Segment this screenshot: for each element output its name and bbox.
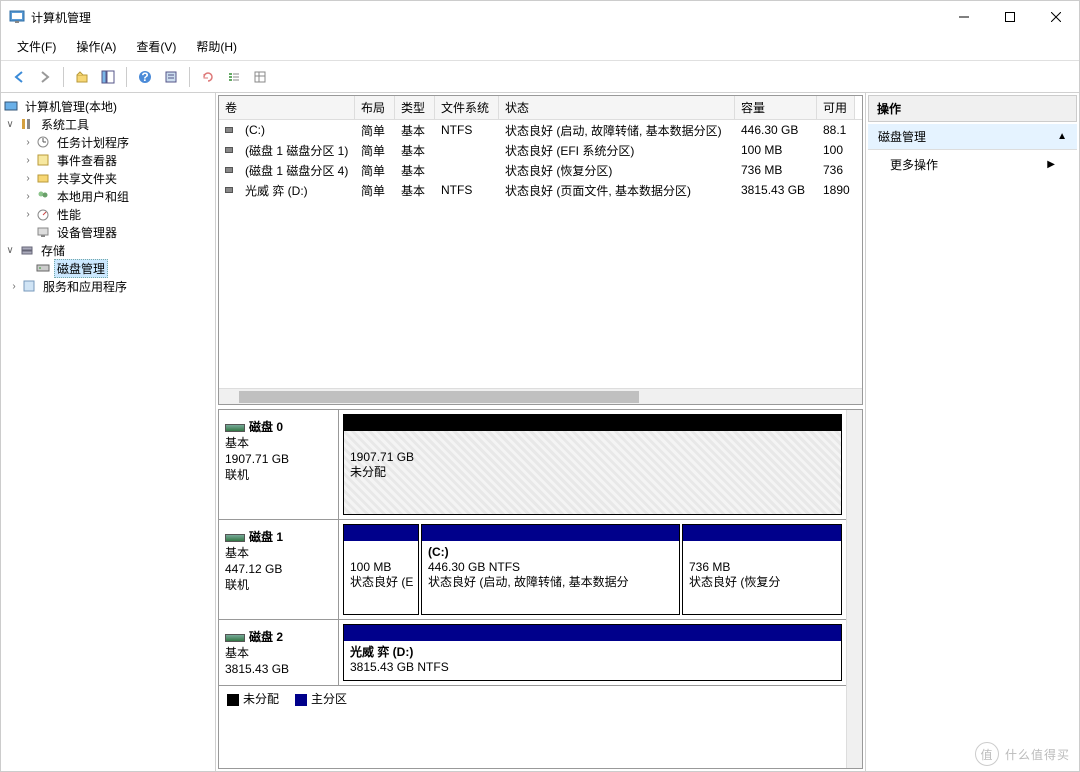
disk-row[interactable]: 磁盘 0 基本 1907.71 GB 联机 1907.71 GB未分配	[219, 410, 846, 520]
partition-unallocated[interactable]: 1907.71 GB未分配	[343, 414, 842, 515]
disk-row[interactable]: 磁盘 2 基本 3815.43 GB 光威 弈 (D:)3815.43 GB N…	[219, 620, 846, 685]
partition-primary[interactable]: 光威 弈 (D:)3815.43 GB NTFS	[343, 624, 842, 681]
legend-swatch-unalloc	[227, 694, 239, 706]
maximize-button[interactable]	[987, 1, 1033, 33]
close-button[interactable]	[1033, 1, 1079, 33]
disk-label: 磁盘 2 基本 3815.43 GB	[219, 620, 339, 685]
tree-systools[interactable]: ∨系统工具	[3, 115, 213, 133]
menu-file[interactable]: 文件(F)	[7, 34, 66, 59]
actions-header: 操作	[868, 95, 1077, 122]
partition-primary[interactable]: 736 MB状态良好 (恢复分	[682, 524, 842, 615]
toolbar: ?	[1, 61, 1079, 93]
minimize-button[interactable]	[941, 1, 987, 33]
v-scrollbar[interactable]	[846, 410, 862, 768]
center-pane: 卷 布局 类型 文件系统 状态 容量 可用 (C:) 简单 基本 NTFS 状态…	[216, 93, 866, 771]
col-free[interactable]: 可用	[817, 96, 855, 119]
menu-help[interactable]: 帮助(H)	[186, 34, 247, 59]
col-fs[interactable]: 文件系统	[435, 96, 499, 119]
collapse-icon: ▲	[1057, 131, 1067, 142]
tree-diskmgmt[interactable]: 磁盘管理	[3, 259, 213, 277]
tree-scheduler[interactable]: ›任务计划程序	[3, 133, 213, 151]
h-scrollbar[interactable]	[219, 388, 862, 404]
legend: 未分配 主分区	[219, 685, 846, 711]
partition-primary[interactable]: 100 MB状态良好 (E	[343, 524, 419, 615]
actions-pane: 操作 磁盘管理 ▲ 更多操作 ▶	[866, 93, 1079, 771]
partition-primary[interactable]: (C:)446.30 GB NTFS状态良好 (启动, 故障转储, 基本数据分	[421, 524, 680, 615]
disk-row[interactable]: 磁盘 1 基本 447.12 GB 联机 100 MB状态良好 (E (C:)4…	[219, 520, 846, 620]
tree-shared[interactable]: ›共享文件夹	[3, 169, 213, 187]
back-button[interactable]	[7, 65, 31, 89]
app-icon	[9, 9, 25, 25]
refresh-button[interactable]	[196, 65, 220, 89]
volume-row[interactable]: (C:) 简单 基本 NTFS 状态良好 (启动, 故障转储, 基本数据分区) …	[219, 120, 862, 140]
col-layout[interactable]: 布局	[355, 96, 395, 119]
volume-row[interactable]: (磁盘 1 磁盘分区 1) 简单 基本 状态良好 (EFI 系统分区) 100 …	[219, 140, 862, 160]
volume-icon	[225, 167, 233, 173]
tree-services[interactable]: ›服务和应用程序	[3, 277, 213, 295]
svg-text:?: ?	[141, 70, 148, 84]
menu-action[interactable]: 操作(A)	[66, 34, 126, 59]
tree-devmgr[interactable]: 设备管理器	[3, 223, 213, 241]
legend-swatch-primary	[295, 694, 307, 706]
window-title: 计算机管理	[31, 9, 941, 26]
col-status[interactable]: 状态	[499, 96, 735, 119]
tree-users[interactable]: ›本地用户和组	[3, 187, 213, 205]
volume-row[interactable]: 光威 弈 (D:) 简单 基本 NTFS 状态良好 (页面文件, 基本数据分区)…	[219, 180, 862, 200]
actions-more[interactable]: 更多操作 ▶	[866, 150, 1079, 179]
col-type[interactable]: 类型	[395, 96, 435, 119]
disk-icon	[225, 634, 245, 642]
forward-button[interactable]	[33, 65, 57, 89]
volume-header[interactable]: 卷 布局 类型 文件系统 状态 容量 可用	[219, 96, 862, 120]
properties-button[interactable]	[159, 65, 183, 89]
col-volume[interactable]: 卷	[219, 96, 355, 119]
disk-label: 磁盘 1 基本 447.12 GB 联机	[219, 520, 339, 619]
tree-root[interactable]: 计算机管理(本地)	[3, 97, 213, 115]
volume-row[interactable]: (磁盘 1 磁盘分区 4) 简单 基本 状态良好 (恢复分区) 736 MB 7…	[219, 160, 862, 180]
detail-button[interactable]	[248, 65, 272, 89]
tree-eventviewer[interactable]: ›事件查看器	[3, 151, 213, 169]
tree-perf[interactable]: ›性能	[3, 205, 213, 223]
disk-label: 磁盘 0 基本 1907.71 GB 联机	[219, 410, 339, 519]
list-button[interactable]	[222, 65, 246, 89]
show-hide-tree-button[interactable]	[96, 65, 120, 89]
volume-icon	[225, 187, 233, 193]
help-button[interactable]: ?	[133, 65, 157, 89]
disk-icon	[225, 534, 245, 542]
disk-icon	[225, 424, 245, 432]
disk-map: 磁盘 0 基本 1907.71 GB 联机 1907.71 GB未分配	[218, 409, 863, 769]
tree-storage[interactable]: ∨存储	[3, 241, 213, 259]
menubar: 文件(F) 操作(A) 查看(V) 帮助(H)	[1, 33, 1079, 61]
volume-icon	[225, 147, 233, 153]
volume-list[interactable]: 卷 布局 类型 文件系统 状态 容量 可用 (C:) 简单 基本 NTFS 状态…	[218, 95, 863, 405]
chevron-right-icon: ▶	[1047, 159, 1055, 170]
col-capacity[interactable]: 容量	[735, 96, 817, 119]
actions-selection[interactable]: 磁盘管理 ▲	[868, 124, 1077, 150]
titlebar: 计算机管理	[1, 1, 1079, 33]
volume-icon	[225, 127, 233, 133]
tree-pane[interactable]: 计算机管理(本地) ∨系统工具 ›任务计划程序 ›事件查看器 ›共享文件夹 ›本…	[1, 93, 216, 771]
menu-view[interactable]: 查看(V)	[126, 34, 186, 59]
up-button[interactable]	[70, 65, 94, 89]
